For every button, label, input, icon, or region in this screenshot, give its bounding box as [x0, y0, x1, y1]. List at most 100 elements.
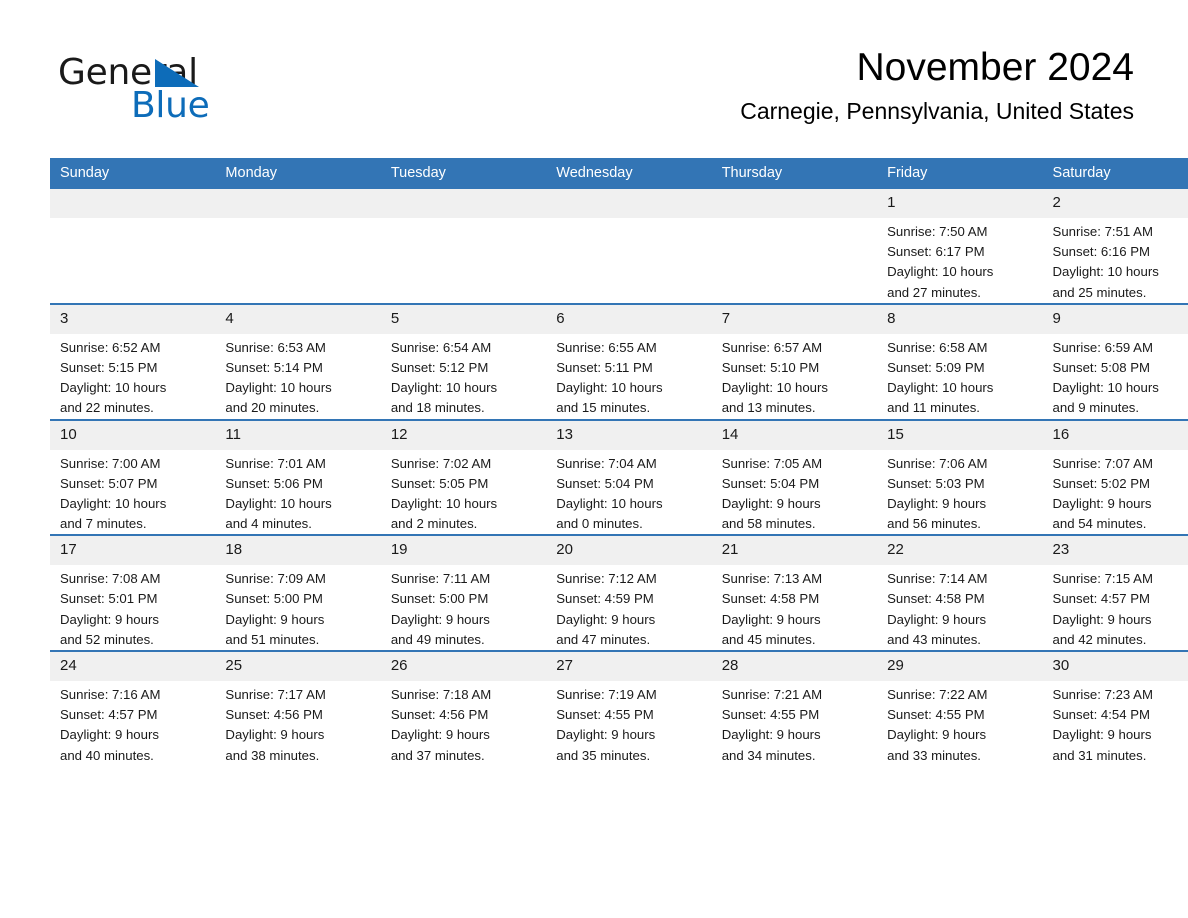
sunset-text: Sunset: 5:00 PM	[225, 591, 323, 607]
sunset-text: Sunset: 5:04 PM	[721, 475, 820, 491]
day-sun-info: Sunrise: 6:58 AM Sunset: 5:09 PM Daylight:…	[877, 334, 1042, 419]
day-number: 26	[380, 652, 547, 681]
sunrise-text: Sunrise: 6:58 AM	[887, 339, 988, 355]
calendar-day-cell[interactable]: 15 Sunrise: 7:06 AM Sunset: 5:03 PM Dayligh…	[877, 418, 1043, 536]
sunrise-text: Sunrise: 7:00 AM	[60, 455, 161, 471]
daylight-text-line1: Daylight: 9 hours	[1052, 727, 1152, 743]
daylight-text-line1: Daylight: 9 hours	[721, 611, 821, 627]
calendar-day-cell[interactable]: 27 Sunrise: 7:19 AM Sunset: 4:55 PM Dayligh…	[546, 650, 712, 766]
calendar-day-cell[interactable]: 18 Sunrise: 7:09 AM Sunset: 5:00 PM Dayligh…	[215, 534, 381, 651]
weekday-header-wednesday: Wednesday	[546, 158, 712, 189]
day-number: 9	[1042, 304, 1188, 334]
brand-name-blue: Blue	[131, 85, 210, 126]
calendar-day-cell[interactable]: 2 Sunrise: 7:51 AM Sunset: 6:16 PM Daylight…	[1042, 189, 1188, 304]
day-number: 21	[711, 536, 878, 566]
calendar-day-cell[interactable]: 4 Sunrise: 6:53 AM Sunset: 5:14 PM Daylight…	[215, 302, 381, 420]
calendar-day-cell[interactable]: 30 Sunrise: 7:23 AM Sunset: 4:54 PM Dayligh…	[1042, 650, 1188, 766]
daylight-text-line2: and 37 minutes.	[390, 747, 485, 763]
calendar-day-cell[interactable]: 13 Sunrise: 7:04 AM Sunset: 5:04 PM Dayligh…	[546, 418, 712, 536]
daylight-text-line1: Daylight: 9 hours	[721, 727, 821, 743]
calendar-day-cell[interactable]: 5 Sunrise: 6:54 AM Sunset: 5:12 PM Daylight…	[380, 302, 547, 420]
daylight-text-line2: and 51 minutes.	[225, 631, 320, 647]
calendar-day-cell[interactable]: 29 Sunrise: 7:22 AM Sunset: 4:55 PM Dayligh…	[877, 650, 1043, 766]
calendar-day-cell[interactable]: 1 Sunrise: 7:50 AM Sunset: 6:17 PM Daylight…	[877, 189, 1043, 304]
sunset-text: Sunset: 5:09 PM	[887, 359, 985, 375]
daylight-text-line1: Daylight: 9 hours	[60, 727, 159, 743]
day-number: 23	[1042, 536, 1188, 566]
daylight-text-line1: Daylight: 9 hours	[887, 495, 987, 511]
day-number: 14	[711, 420, 878, 450]
calendar-day-cell[interactable]: 23 Sunrise: 7:15 AM Sunset: 4:57 PM Dayligh…	[1042, 534, 1188, 651]
sunrise-text: Sunrise: 7:18 AM	[390, 687, 492, 702]
calendar-day-cell[interactable]: 12 Sunrise: 7:02 AM Sunset: 5:05 PM Dayligh…	[380, 418, 547, 536]
calendar-day-cell[interactable]: 14 Sunrise: 7:05 AM Sunset: 5:04 PM Dayligh…	[711, 418, 878, 536]
daylight-text-line2: and 22 minutes.	[60, 400, 154, 416]
calendar-day-cell[interactable]: 11 Sunrise: 7:01 AM Sunset: 5:06 PM Dayligh…	[215, 418, 381, 536]
day-number: 17	[50, 536, 216, 566]
calendar-day-cell[interactable]: 10 Sunrise: 7:00 AM Sunset: 5:07 PM Dayligh…	[50, 418, 216, 536]
daylight-text-line1: Daylight: 10 hours	[390, 495, 498, 511]
sunrise-text: Sunrise: 7:05 AM	[721, 455, 823, 471]
sunrise-text: Sunrise: 7:12 AM	[556, 571, 657, 587]
calendar-day-cell-empty[interactable]	[380, 189, 547, 304]
sunrise-text: Sunrise: 7:02 AM	[390, 455, 492, 471]
sunrise-text: Sunrise: 7:13 AM	[721, 571, 823, 587]
sunset-text: Sunset: 5:01 PM	[60, 591, 158, 607]
sunset-text: Sunset: 5:08 PM	[1052, 359, 1151, 375]
calendar-day-cell[interactable]: 25 Sunrise: 7:17 AM Sunset: 4:56 PM Dayligh…	[215, 650, 381, 766]
day-number: 5	[380, 304, 547, 334]
calendar-day-cell[interactable]: 26 Sunrise: 7:18 AM Sunset: 4:56 PM Dayligh…	[380, 650, 547, 766]
day-number: 6	[546, 304, 712, 334]
calendar-week-row: 1 Sunrise: 7:50 AM Sunset: 6:17 PM Daylight…	[50, 189, 1188, 304]
daylight-text-line1: Daylight: 9 hours	[1052, 611, 1152, 627]
day-sun-info: Sunrise: 6:53 AM Sunset: 5:14 PM Daylight:…	[215, 334, 380, 419]
daylight-text-line1: Daylight: 9 hours	[887, 611, 987, 627]
calendar-day-cell[interactable]: 21 Sunrise: 7:13 AM Sunset: 4:58 PM Dayligh…	[711, 534, 878, 651]
sunrise-text: Sunrise: 7:23 AM	[1052, 687, 1153, 702]
calendar-day-cell[interactable]: 17 Sunrise: 7:08 AM Sunset: 5:01 PM Dayligh…	[50, 534, 216, 651]
calendar-day-cell[interactable]: 3 Sunrise: 6:52 AM Sunset: 5:15 PM Daylight…	[50, 302, 216, 420]
daylight-text-line2: and 58 minutes.	[721, 516, 816, 532]
day-sun-info: Sunrise: 7:22 AM Sunset: 4:55 PM Daylight:…	[877, 681, 1042, 766]
day-sun-info: Sunrise: 7:17 AM Sunset: 4:56 PM Daylight:…	[215, 681, 380, 766]
calendar-day-cell[interactable]: 16 Sunrise: 7:07 AM Sunset: 5:02 PM Dayligh…	[1042, 418, 1188, 536]
sunset-text: Sunset: 4:55 PM	[721, 707, 820, 723]
calendar-day-cell[interactable]: 28 Sunrise: 7:21 AM Sunset: 4:55 PM Dayligh…	[711, 650, 878, 766]
calendar-day-cell[interactable]: 20 Sunrise: 7:12 AM Sunset: 4:59 PM Dayligh…	[546, 534, 712, 651]
daylight-text-line1: Daylight: 10 hours	[225, 495, 332, 511]
calendar-day-cell-empty[interactable]	[711, 189, 878, 304]
calendar-day-cell[interactable]: 7 Sunrise: 6:57 AM Sunset: 5:10 PM Daylight…	[711, 302, 878, 420]
calendar-day-cell[interactable]: 9 Sunrise: 6:59 AM Sunset: 5:08 PM Daylight…	[1042, 302, 1188, 420]
daylight-text-line2: and 38 minutes.	[225, 747, 320, 763]
calendar-day-cell[interactable]: 8 Sunrise: 6:58 AM Sunset: 5:09 PM Daylight…	[877, 302, 1043, 420]
calendar-day-cell-empty[interactable]	[215, 189, 381, 304]
brand-logo[interactable]: General Blue	[58, 55, 318, 130]
daylight-text-line2: and 15 minutes.	[556, 400, 651, 416]
daylight-text-line2: and 13 minutes.	[721, 400, 816, 416]
day-sun-info: Sunrise: 7:09 AM Sunset: 5:00 PM Daylight:…	[215, 565, 380, 650]
day-number: 24	[50, 652, 216, 681]
calendar-day-cell-empty[interactable]	[50, 189, 216, 304]
daylight-text-line2: and 7 minutes.	[60, 516, 147, 532]
daylight-text-line1: Daylight: 9 hours	[390, 611, 490, 627]
daylight-text-line2: and 40 minutes.	[60, 747, 154, 763]
calendar-day-cell[interactable]: 24 Sunrise: 7:16 AM Sunset: 4:57 PM Dayligh…	[50, 650, 216, 766]
day-number: 11	[215, 420, 381, 450]
calendar-day-cell[interactable]: 22 Sunrise: 7:14 AM Sunset: 4:58 PM Dayligh…	[877, 534, 1043, 651]
calendar-day-cell[interactable]: 6 Sunrise: 6:55 AM Sunset: 5:11 PM Daylight…	[546, 302, 712, 420]
sunset-text: Sunset: 5:12 PM	[390, 359, 489, 375]
daylight-text-line1: Daylight: 10 hours	[390, 380, 498, 396]
day-sun-info: Sunrise: 7:50 AM Sunset: 6:17 PM Daylight:…	[877, 218, 1042, 303]
calendar-day-cell-empty[interactable]	[546, 189, 712, 304]
daylight-text-line1: Daylight: 10 hours	[1052, 264, 1159, 280]
day-number	[711, 189, 878, 218]
daylight-text-line2: and 9 minutes.	[1052, 400, 1140, 416]
daylight-text-line2: and 0 minutes.	[556, 516, 643, 532]
sunset-text: Sunset: 5:03 PM	[887, 475, 985, 491]
daylight-text-line1: Daylight: 10 hours	[887, 264, 994, 280]
calendar-day-cell[interactable]: 19 Sunrise: 7:11 AM Sunset: 5:00 PM Dayligh…	[380, 534, 547, 651]
day-sun-info: Sunrise: 6:59 AM Sunset: 5:08 PM Daylight:…	[1043, 334, 1188, 419]
sunrise-text: Sunrise: 6:53 AM	[225, 339, 326, 355]
daylight-text-line2: and 35 minutes.	[556, 747, 651, 763]
sunset-text: Sunset: 5:00 PM	[390, 591, 489, 607]
